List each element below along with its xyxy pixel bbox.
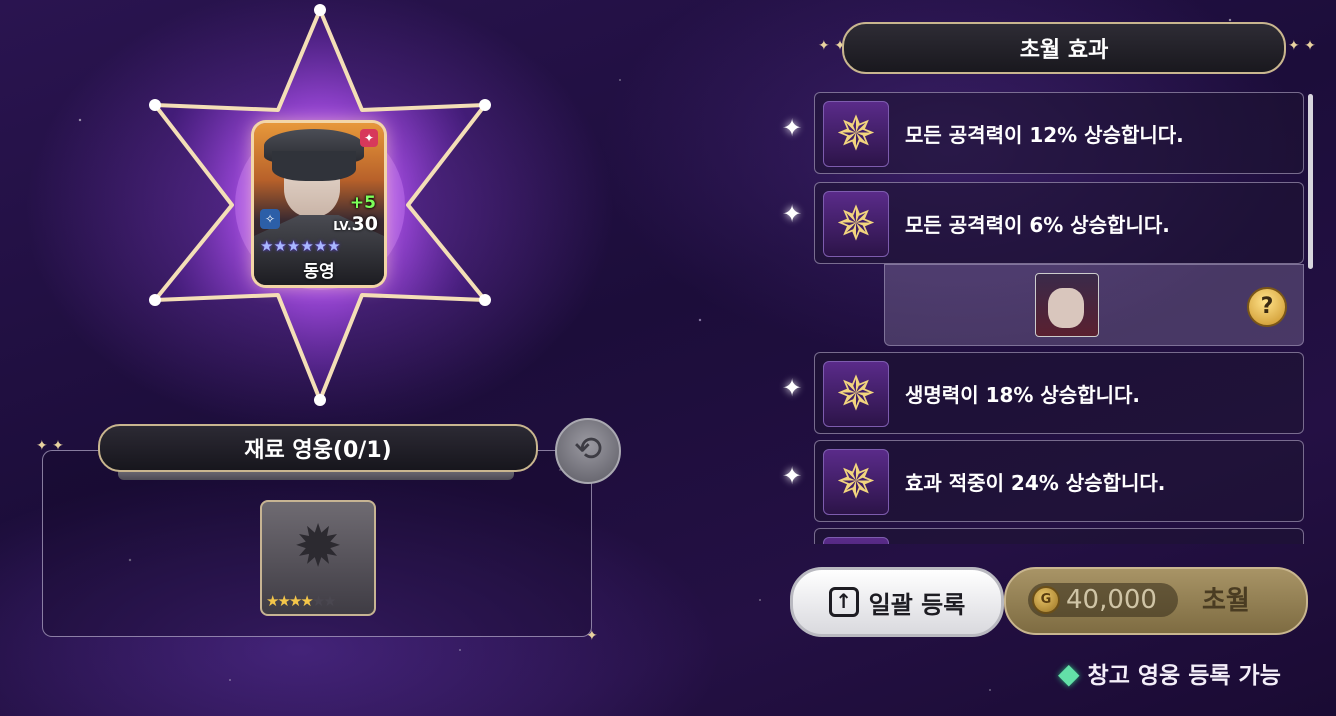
storage-note-text: 창고 영웅 등록 가능 bbox=[1087, 663, 1281, 689]
star-emblem-icon: ✵ bbox=[823, 191, 889, 257]
effect-list-scrollbar[interactable] bbox=[1308, 94, 1313, 269]
material-header: 재료 영웅(0/1) bbox=[98, 424, 538, 472]
effect-row: ✵ 모든 공격력이 6% 상승합니다. bbox=[814, 182, 1304, 264]
slot-stars: ★★★★★★ bbox=[266, 592, 337, 610]
sparkle-icon: ✦ bbox=[782, 200, 803, 228]
material-hero-slot[interactable]: ✹ ★★★★★★ bbox=[260, 500, 376, 616]
star-emblem-icon: ✵ bbox=[823, 101, 889, 167]
star-icon: ★ bbox=[273, 237, 287, 255]
effect-list[interactable]: ✵ 모든 공격력이 12% 상승합니다. ✵ 모든 공격력이 6% 상승합니다.… bbox=[814, 92, 1306, 544]
hero-name: 동영 bbox=[303, 262, 335, 282]
cost-display: G 40,000 bbox=[1028, 583, 1178, 617]
star-icon: ★ bbox=[313, 237, 328, 255]
effect-text: 생명력이 18% 상승합니다. bbox=[905, 382, 1140, 407]
effect-row: ✵ 모든 공격력이 12% 상승합니다. bbox=[814, 92, 1304, 174]
star-emblem-icon: ✵ bbox=[823, 537, 889, 544]
effect-text: 모든 공격력이 6% 상승합니다. bbox=[905, 212, 1170, 237]
diamond-gem-icon: ◆ bbox=[1058, 656, 1080, 690]
reset-button[interactable]: ⟲ bbox=[555, 418, 621, 484]
sparkle-icon: ✦ ✦ bbox=[1288, 38, 1316, 54]
sparkle-icon: ✦ bbox=[782, 114, 803, 142]
star-icon: ★ bbox=[327, 237, 341, 255]
sparkle-icon: ✦ bbox=[586, 628, 598, 644]
star-icon: ★ bbox=[260, 237, 274, 255]
effect-required-hero: ? bbox=[884, 264, 1304, 346]
sparkle-icon: ✦ bbox=[782, 462, 803, 490]
reset-icon: ⟲ bbox=[573, 429, 603, 469]
effect-row: ✵ 효과 적중이 24% 상승합니다. bbox=[814, 440, 1304, 522]
star-emblem-icon: ✵ bbox=[823, 449, 889, 515]
effect-text: 모든 공격력이 12% 상승합니다. bbox=[905, 122, 1184, 147]
star-emblem-icon: ✵ bbox=[823, 361, 889, 427]
upload-icon: ↑ bbox=[828, 587, 859, 617]
hero-plus-level: +5 bbox=[349, 193, 376, 213]
required-hero-portrait[interactable] bbox=[1035, 273, 1099, 337]
hero-hair bbox=[272, 151, 356, 181]
sparkle-icon: ✦ ✦ bbox=[36, 438, 64, 454]
empty-slot-emblem-icon: ✹ bbox=[293, 512, 343, 580]
mage-class-icon: ✧ bbox=[260, 209, 280, 229]
help-button[interactable]: ? bbox=[1247, 287, 1287, 327]
effect-row: ✵ 생명력이 18% 상승합니다. bbox=[814, 352, 1304, 434]
transcend-button[interactable]: G 40,000 초월 bbox=[1004, 567, 1308, 635]
cost-value: 40,000 bbox=[1066, 585, 1157, 615]
effect-text: 효과 적중이 24% 상승합니다. bbox=[905, 470, 1166, 495]
sparkle-icon: ✦ bbox=[782, 374, 803, 402]
hero-level: LV.30 bbox=[333, 213, 378, 235]
gold-coin-icon: G bbox=[1032, 586, 1060, 614]
effect-row: ✵ bbox=[814, 528, 1304, 544]
role-icon: ✦ bbox=[360, 129, 378, 147]
transcend-label: 초월 bbox=[1202, 586, 1250, 616]
bulk-register-label: 일괄 등록 bbox=[868, 590, 966, 619]
hero-card[interactable]: ✦ ✧ +5 LV.30 ★ ★ ★ ★ ★ ★ 동영 bbox=[254, 123, 384, 285]
star-icon: ★ bbox=[300, 237, 314, 255]
hero-stars: ★ ★ ★ ★ ★ ★ bbox=[260, 237, 341, 255]
transcend-effect-title: 초월 효과 bbox=[842, 22, 1286, 74]
star-icon: ★ bbox=[286, 237, 301, 255]
storage-hero-note: ◆ 창고 영웅 등록 가능 bbox=[1058, 656, 1281, 690]
bulk-register-button[interactable]: ↑ 일괄 등록 bbox=[790, 567, 1004, 637]
